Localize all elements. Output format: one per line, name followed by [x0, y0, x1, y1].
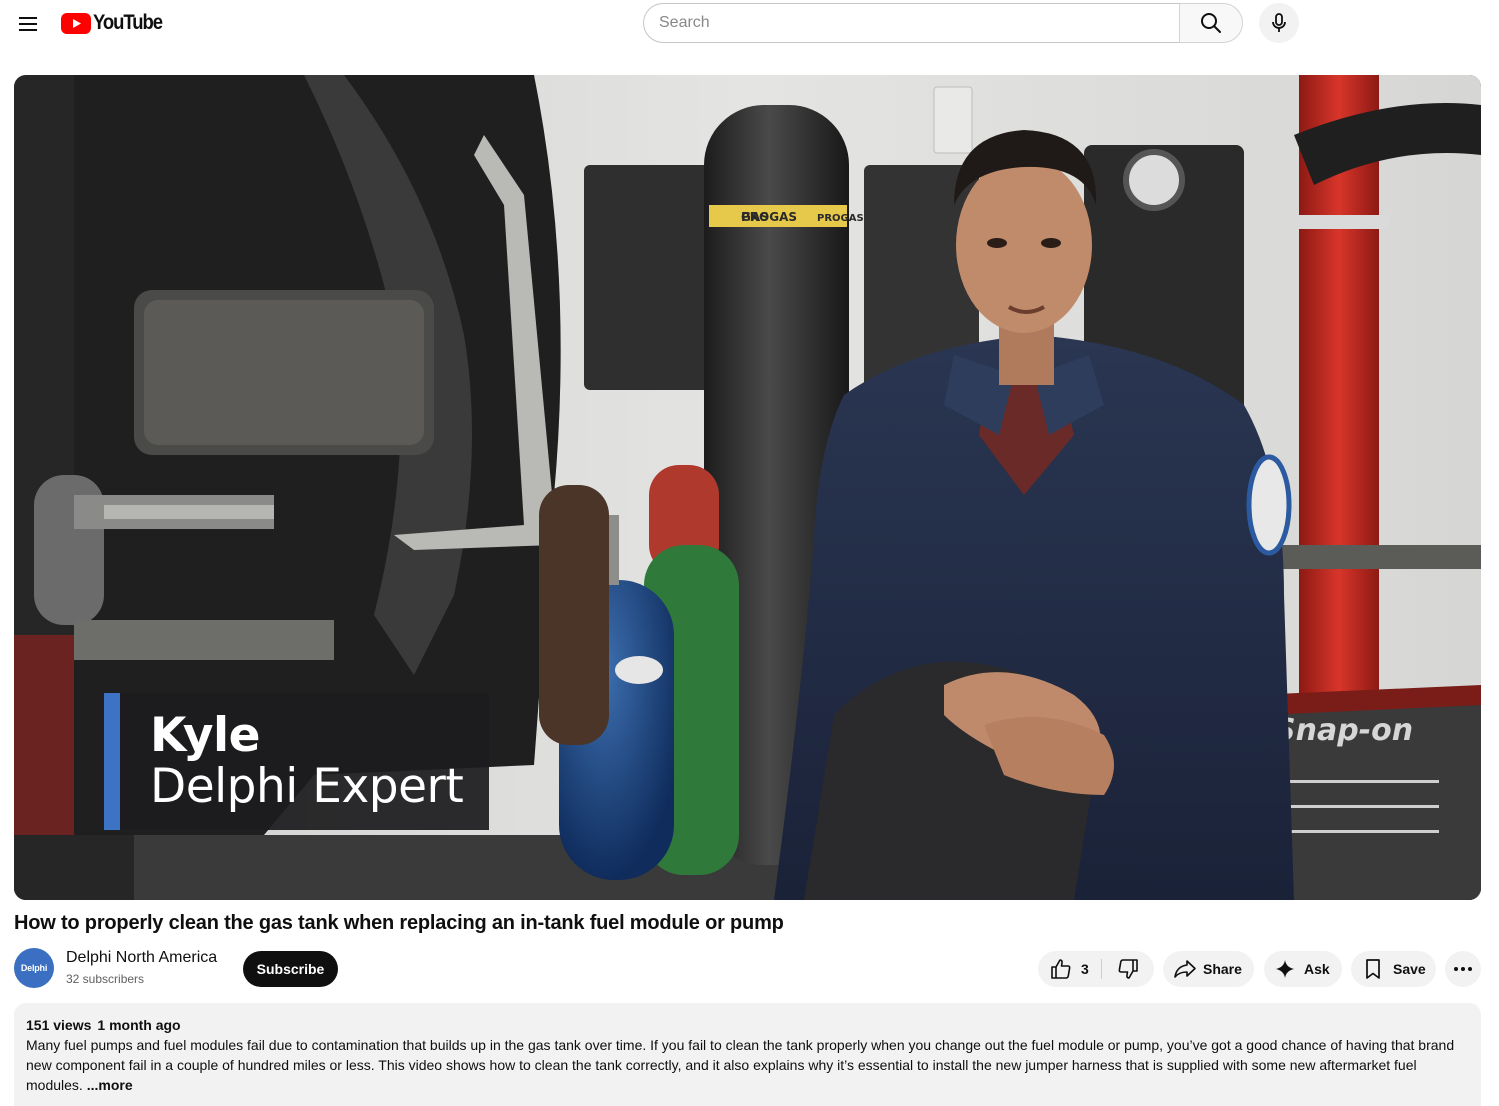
like-dislike-group: 3 [1038, 951, 1154, 987]
show-more-link[interactable]: ...more [87, 1077, 133, 1093]
description-meta: 151 views 1 month ago [26, 1015, 1469, 1035]
description-text: Many fuel pumps and fuel modules fail du… [26, 1037, 1455, 1093]
bookmark-icon [1366, 959, 1380, 979]
view-count: 151 views [26, 1017, 92, 1033]
lower-third-role: Delphi Expert [150, 759, 464, 814]
thumbs-up-icon [1051, 959, 1071, 979]
logo-wordmark: YouTube [93, 11, 163, 34]
youtube-logo[interactable]: YouTube [61, 11, 171, 34]
upload-date: 1 month ago [97, 1017, 181, 1033]
search-input[interactable] [659, 14, 1180, 32]
channel-name[interactable]: Delphi North America [66, 949, 217, 967]
machine-brand-text: Snap-on [1274, 713, 1413, 748]
search-button[interactable] [1179, 3, 1243, 43]
share-label: Share [1203, 961, 1242, 977]
search-icon [1201, 13, 1221, 33]
ask-button[interactable]: Ask [1264, 951, 1342, 987]
like-button[interactable]: 3 [1038, 951, 1102, 987]
menu-icon [19, 17, 37, 31]
masthead: YouTube [0, 0, 1499, 48]
like-count: 3 [1081, 961, 1089, 977]
youtube-logo-icon [61, 12, 91, 34]
dislike-button[interactable] [1102, 951, 1154, 987]
lower-third-accent-bar [104, 693, 120, 830]
search-box[interactable] [643, 3, 1180, 43]
save-button[interactable]: Save [1351, 951, 1436, 987]
subscribe-button[interactable]: Subscribe [243, 951, 338, 987]
share-icon [1174, 960, 1196, 978]
video-player[interactable]: GAS PROGAS PROGAS Snap-on Kyle Delphi Ex… [14, 75, 1481, 900]
more-horizontal-icon [1454, 967, 1472, 971]
subscriber-count: 32 subscribers [66, 972, 145, 986]
share-button[interactable]: Share [1163, 951, 1254, 987]
description-body: Many fuel pumps and fuel modules fail du… [26, 1035, 1466, 1095]
avatar-text: Delphi [20, 963, 48, 973]
thumbs-down-icon [1118, 959, 1138, 979]
lower-third-name: Kyle [150, 708, 261, 763]
sparkle-icon [1275, 959, 1295, 979]
channel-avatar[interactable]: Delphi [14, 948, 54, 988]
voice-search-button[interactable] [1259, 3, 1299, 43]
guide-menu-button[interactable] [8, 4, 48, 44]
description-box[interactable]: 151 views 1 month ago Many fuel pumps and… [14, 1003, 1481, 1106]
cylinder-label: PROGAS [741, 210, 797, 224]
microphone-icon [1272, 13, 1286, 32]
cylinder-label-right: PROGAS [817, 213, 864, 224]
ask-label: Ask [1304, 961, 1330, 977]
video-title: How to properly clean the gas tank when … [14, 912, 784, 934]
save-label: Save [1393, 961, 1426, 977]
more-actions-button[interactable] [1445, 951, 1481, 987]
name-lower-third: Kyle Delphi Expert [104, 693, 489, 830]
